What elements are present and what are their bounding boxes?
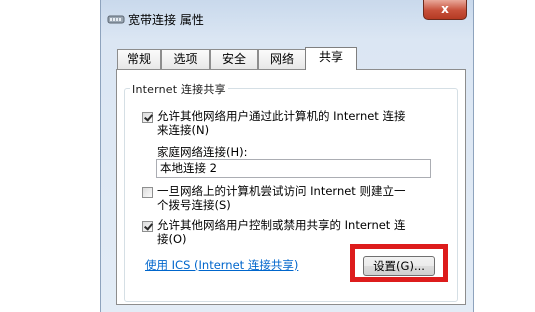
- allow-share-label-line1[interactable]: 允许其他网络用户通过此计算机的 Internet 连接: [157, 109, 405, 123]
- allow-share-checkbox[interactable]: [142, 112, 153, 123]
- tab-options[interactable]: 选项: [161, 49, 210, 69]
- settings-button[interactable]: 设置(G)...: [363, 256, 435, 276]
- tab-networking[interactable]: 网络: [258, 49, 306, 69]
- title-bar[interactable]: 宽带连接 属性 x: [101, 0, 473, 36]
- dial-on-demand-label-line2[interactable]: 个拨号连接(S): [157, 198, 231, 212]
- tab-general[interactable]: 常规: [117, 49, 161, 69]
- allow-control-label-line2[interactable]: 接(O): [157, 232, 187, 246]
- network-connection-icon: [107, 15, 125, 24]
- dial-on-demand-label-line1[interactable]: 一旦网络上的计算机尝试访问 Internet 则建立一: [157, 184, 405, 198]
- allow-control-label-line1[interactable]: 允许其他网络用户控制或禁用共享的 Internet 连: [157, 218, 405, 232]
- window-title: 宽带连接 属性: [128, 13, 204, 27]
- ics-help-link[interactable]: 使用 ICS (Internet 连接共享): [145, 257, 298, 273]
- home-network-field[interactable]: 本地连接 2: [156, 159, 431, 178]
- tab-sharing[interactable]: 共享: [305, 47, 357, 70]
- settings-button-highlight: 设置(G)...: [350, 244, 448, 282]
- close-icon: x: [441, 2, 449, 16]
- home-network-label: 家庭网络连接(H):: [157, 145, 248, 159]
- allow-control-checkbox[interactable]: [142, 221, 153, 232]
- close-button[interactable]: x: [423, 0, 467, 20]
- dial-on-demand-checkbox[interactable]: [142, 187, 153, 198]
- allow-share-label-line2[interactable]: 来连接(N): [157, 123, 209, 137]
- group-title: Internet 连接共享: [130, 81, 228, 97]
- tab-security[interactable]: 安全: [210, 49, 258, 69]
